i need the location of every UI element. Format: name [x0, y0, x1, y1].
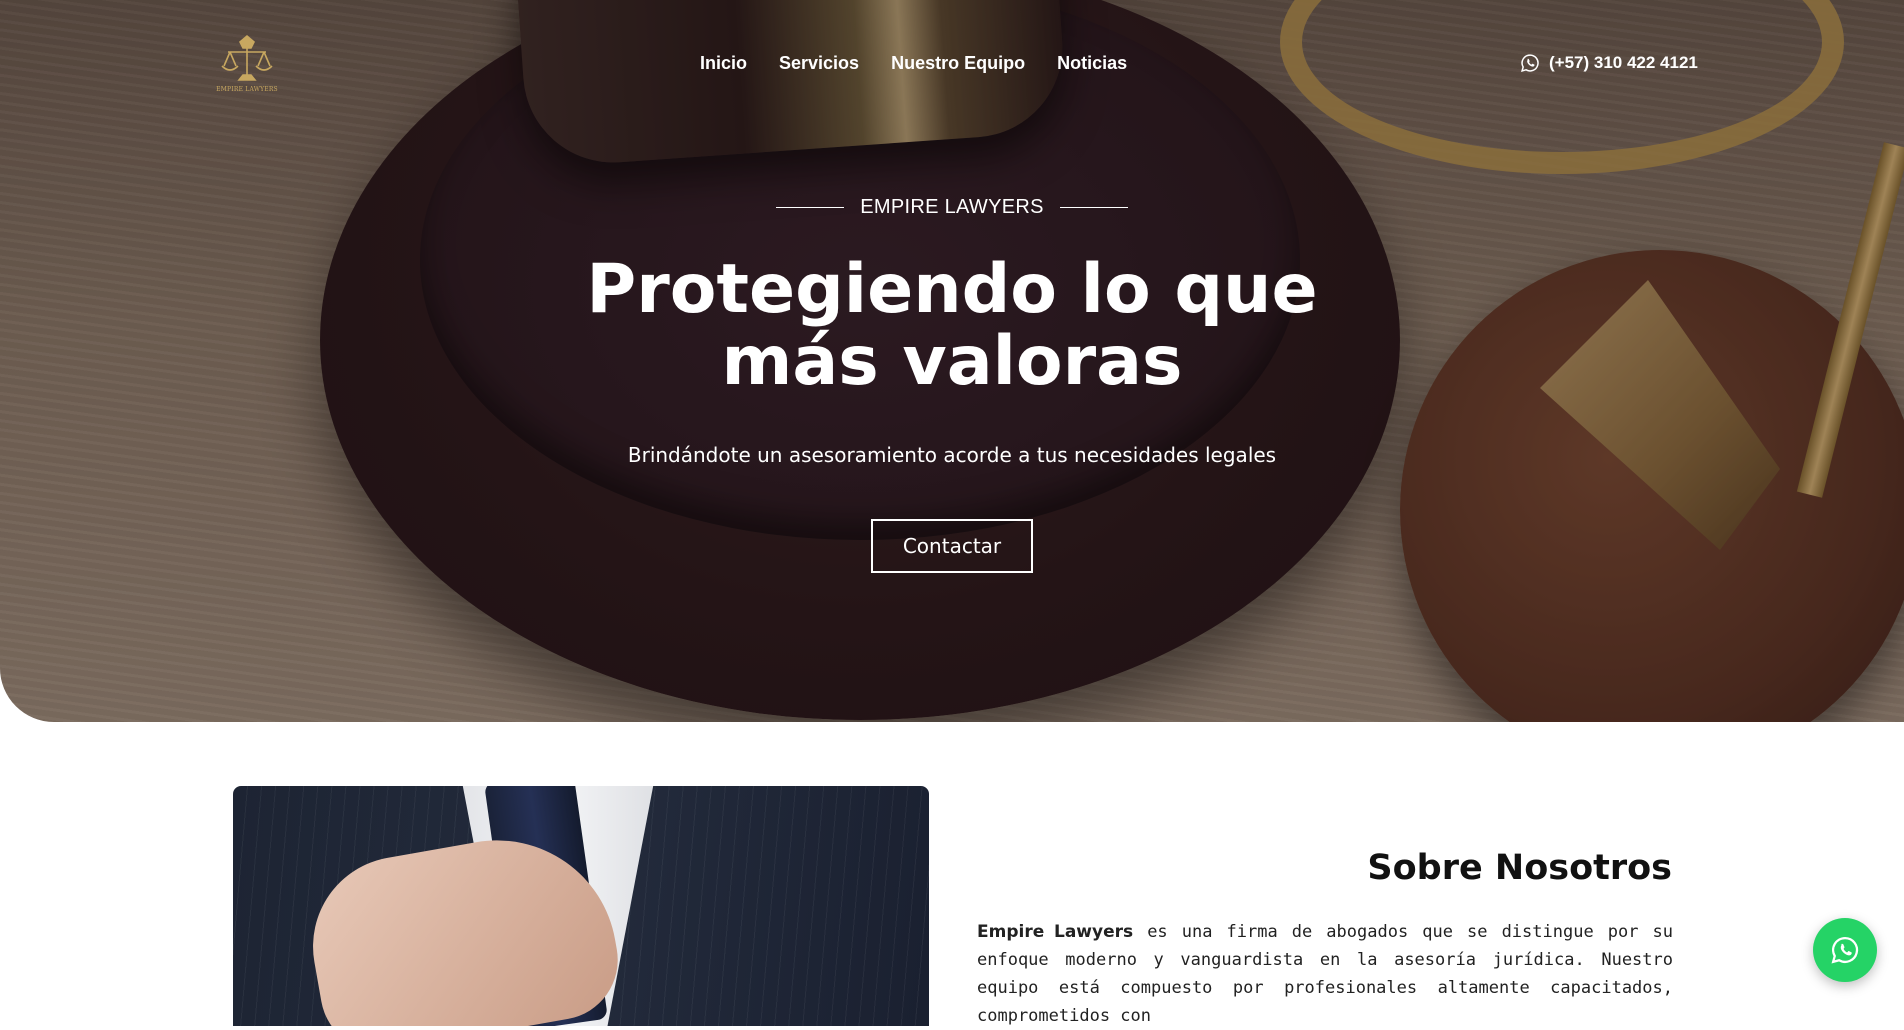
hero-title: Protegiendo lo que más valoras	[0, 254, 1904, 398]
hero-section: EMPIRE LAWYERS Inicio Servicios Nuestro …	[0, 0, 1904, 722]
hero-subtitle: Brindándote un asesoramiento acorde a tu…	[627, 443, 1277, 467]
about-image	[233, 786, 929, 1026]
kicker-text: EMPIRE LAWYERS	[860, 196, 1044, 218]
hero-title-line1: Protegiendo lo que	[586, 250, 1318, 329]
whatsapp-icon	[1831, 936, 1859, 964]
header-phone-link[interactable]: (+57) 310 422 4121	[1520, 53, 1698, 73]
logo[interactable]: EMPIRE LAWYERS	[216, 34, 278, 98]
main-nav: Inicio Servicios Nuestro Equipo Noticias	[700, 53, 1127, 74]
contact-button[interactable]: Contactar	[871, 519, 1033, 573]
scales-logo-icon	[221, 34, 273, 81]
nav-nuestro-equipo[interactable]: Nuestro Equipo	[891, 53, 1025, 74]
hero-kicker: EMPIRE LAWYERS	[0, 196, 1904, 219]
hero-title-line2: más valoras	[721, 322, 1183, 401]
whatsapp-float-button[interactable]	[1813, 918, 1877, 982]
whatsapp-icon	[1521, 54, 1539, 72]
kicker-line-left	[776, 207, 845, 208]
logo-text: EMPIRE LAWYERS	[216, 86, 278, 93]
about-paragraph: Empire Lawyers es una firma de abogados …	[977, 918, 1673, 1030]
about-title: Sobre Nosotros	[1367, 848, 1672, 888]
phone-number: (+57) 310 422 4121	[1549, 53, 1698, 72]
nav-inicio[interactable]: Inicio	[700, 53, 747, 74]
nav-noticias[interactable]: Noticias	[1057, 53, 1127, 74]
kicker-line-right	[1059, 207, 1128, 208]
nav-servicios[interactable]: Servicios	[779, 53, 859, 74]
firm-name: Empire Lawyers	[977, 922, 1134, 942]
